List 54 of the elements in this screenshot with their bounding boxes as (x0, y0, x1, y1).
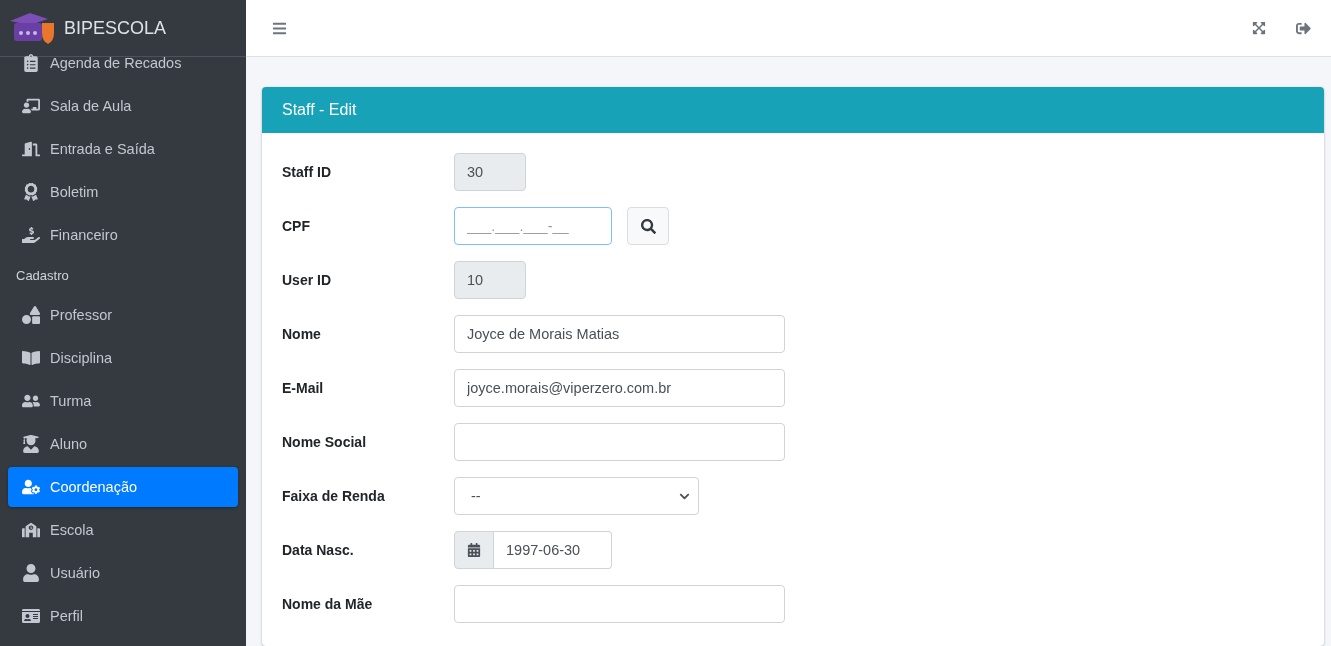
menu-item-icon (22, 349, 40, 367)
sidebar-item[interactable]: Aluno (8, 424, 238, 464)
menu-item-icon (22, 521, 40, 539)
sidebar-item[interactable]: Professor (8, 295, 238, 335)
select-field[interactable]: -- (454, 477, 699, 515)
text-field[interactable]: joyce.morais@viperzero.com.br (454, 369, 785, 407)
menu-item-icon (22, 607, 40, 625)
readonly-field[interactable]: 30 (454, 153, 526, 191)
cpf-field[interactable]: ___.___.___-__ (454, 207, 612, 245)
sidebar-item[interactable]: Financeiro (8, 215, 238, 255)
sidebar-item[interactable]: Disciplina (8, 338, 238, 378)
field-label: Nome (282, 326, 322, 342)
expand-icon (1252, 21, 1266, 35)
date-field[interactable]: 1997-06-30 (494, 531, 612, 569)
sidebar-item[interactable]: Perfil (8, 596, 238, 636)
sidebar-item[interactable]: Coordenação (8, 467, 238, 507)
field-label: Faixa de Renda (282, 488, 386, 504)
menu-item-icon (22, 478, 40, 496)
sidebar-item[interactable]: Entrada e Saída (8, 129, 238, 169)
field-label: Nome da Mãe (282, 596, 374, 612)
sidebar-item[interactable]: Usuário (8, 553, 238, 593)
menu-icon (272, 20, 287, 36)
sidebar-item[interactable]: Boletim (8, 172, 238, 212)
section-header: Cadastro (15, 267, 70, 285)
menu-item-icon (22, 140, 40, 158)
sidebar-item[interactable]: Agenda de Recados (8, 43, 238, 83)
text-field[interactable]: Joyce de Morais Matias (454, 315, 785, 353)
menu-item-icon (22, 226, 40, 244)
menu-item-icon (22, 435, 40, 453)
menu-item-icon (22, 54, 40, 72)
menu-item-icon (22, 564, 40, 582)
text-field[interactable] (454, 423, 785, 461)
field-label: E-Mail (282, 380, 325, 396)
field-label: User ID (282, 272, 333, 288)
sidebar-item[interactable]: Sala de Aula (8, 86, 238, 126)
sidebar-item[interactable]: Turma (8, 381, 238, 421)
brand-name: BIPESCOLA (64, 17, 167, 39)
field-label: Data Nasc. (282, 542, 355, 558)
field-label: CPF (282, 218, 311, 234)
calendar-icon (454, 531, 494, 569)
search-button[interactable] (627, 207, 669, 245)
menu-item-icon (22, 392, 40, 410)
readonly-field[interactable]: 10 (454, 261, 526, 299)
sidebar-item[interactable]: Escola (8, 510, 238, 550)
field-label: Staff ID (282, 164, 332, 180)
search-icon (640, 218, 656, 234)
menu-item-icon (22, 97, 40, 115)
menu-item-icon (22, 306, 40, 324)
logout-icon (1296, 20, 1311, 36)
logo-icon (8, 11, 56, 45)
text-field[interactable] (454, 585, 785, 623)
field-label: Nome Social (282, 434, 368, 450)
menu-item-icon (22, 183, 40, 201)
card-title: Staff - Edit (262, 87, 1324, 133)
